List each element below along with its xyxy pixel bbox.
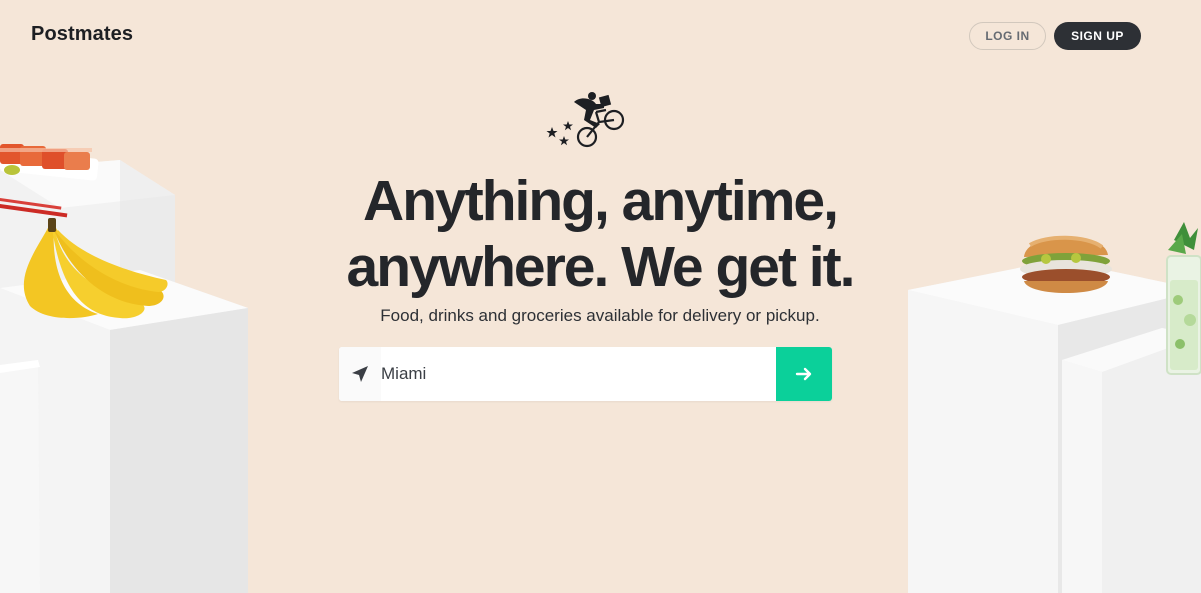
left-pedestal-small	[0, 355, 42, 593]
location-arrow-icon[interactable]	[339, 347, 381, 401]
brand-logo[interactable]: Postmates	[31, 23, 133, 46]
bananas-image	[10, 218, 170, 323]
arrow-right-icon	[795, 367, 812, 381]
hero-headline: Anything, anytime, anywhere. We get it.	[280, 168, 920, 300]
hero-subheadline: Food, drinks and groceries available for…	[380, 306, 820, 325]
sushi-image	[0, 140, 100, 220]
landing-page: Postmates LOG IN SIGN UP Anything, anyti…	[0, 0, 1201, 593]
address-input[interactable]	[381, 347, 776, 401]
burger-image	[1016, 225, 1116, 305]
search-submit-button[interactable]	[776, 347, 832, 401]
courier-logo	[544, 90, 628, 150]
headline-line-2: anywhere. We get it.	[346, 235, 856, 299]
cocktail-image	[1164, 220, 1201, 380]
login-button[interactable]: LOG IN	[969, 22, 1046, 50]
signup-button[interactable]: SIGN UP	[1054, 22, 1141, 50]
address-search-bar	[339, 347, 832, 401]
headline-line-1: Anything, anytime,	[363, 169, 839, 233]
